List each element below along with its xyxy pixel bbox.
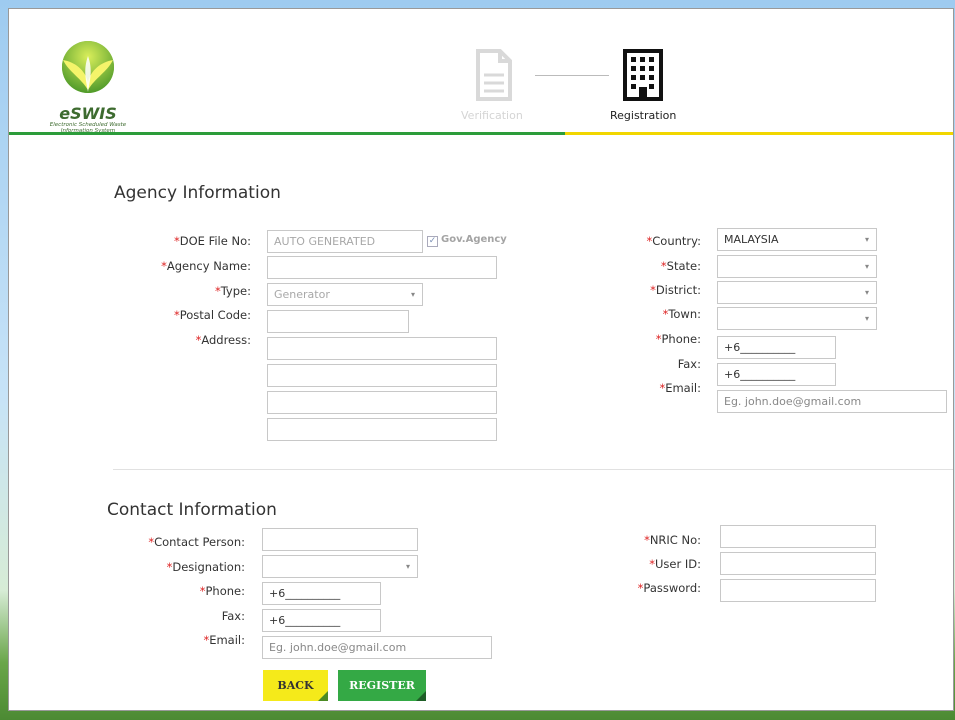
document-icon: [475, 49, 512, 101]
step-connector: [535, 75, 609, 76]
contact-person-label: *Contact Person:: [148, 535, 245, 549]
contact-email-input[interactable]: Eg. john.doe@gmail.com: [262, 636, 492, 659]
town-label: *Town:: [662, 307, 701, 321]
contact-phone-label: *Phone:: [199, 584, 245, 598]
chevron-down-icon: [858, 282, 876, 303]
address-line-4-input[interactable]: [267, 418, 497, 441]
eswis-logo: eSWIS Electronic Scheduled Waste Informa…: [33, 34, 143, 134]
town-select[interactable]: [717, 307, 877, 330]
agency-fax-input[interactable]: +6__________: [717, 363, 836, 386]
chevron-down-icon: [399, 556, 417, 577]
leaf-logo-icon: [62, 41, 114, 93]
doe-file-no-label: *DOE File No:: [174, 234, 251, 248]
chevron-down-icon: [858, 256, 876, 277]
type-label: *Type:: [214, 284, 251, 298]
registration-window: eSWIS Electronic Scheduled Waste Informa…: [8, 8, 954, 711]
postal-code-input[interactable]: [267, 310, 409, 333]
chevron-down-icon: [404, 284, 422, 305]
password-label: *Password:: [637, 581, 701, 595]
address-line-3-input[interactable]: [267, 391, 497, 414]
back-button[interactable]: BACK: [263, 670, 328, 701]
header: eSWIS Electronic Scheduled Waste Informa…: [9, 9, 953, 136]
district-select[interactable]: [717, 281, 877, 304]
step-label-verification: Verification: [461, 109, 523, 122]
chevron-down-icon: [858, 308, 876, 329]
address-line-1-input[interactable]: [267, 337, 497, 360]
contact-phone-input[interactable]: +6__________: [262, 582, 381, 605]
contact-fax-input[interactable]: +6__________: [262, 609, 381, 632]
agency-phone-input[interactable]: +6__________: [717, 336, 836, 359]
logo-title: eSWIS: [59, 104, 117, 123]
agency-email-input[interactable]: Eg. john.doe@gmail.com: [717, 390, 947, 413]
designation-select[interactable]: [262, 555, 418, 578]
step-label-registration: Registration: [610, 109, 677, 122]
progress-bar-done: [9, 132, 565, 135]
step-registration: Registration: [610, 47, 676, 122]
address-label: *Address:: [195, 333, 251, 347]
address-line-2-input[interactable]: [267, 364, 497, 387]
district-label: *District:: [650, 283, 701, 297]
user-id-input[interactable]: [720, 552, 876, 575]
designation-label: *Designation:: [166, 560, 245, 574]
gov-agency-checkbox[interactable]: ✓ Gov.Agency: [427, 234, 507, 247]
agency-name-input[interactable]: [267, 256, 497, 279]
agency-email-label: *Email:: [659, 381, 701, 395]
chevron-down-icon: [858, 229, 876, 250]
nric-no-label: *NRIC No:: [644, 533, 701, 547]
contact-email-label: *Email:: [203, 633, 245, 647]
country-label: *Country:: [646, 234, 701, 248]
agency-fax-label: Fax:: [677, 357, 701, 371]
register-button[interactable]: REGISTER: [338, 670, 426, 701]
postal-code-label: *Postal Code:: [173, 308, 251, 322]
contact-person-input[interactable]: [262, 528, 418, 551]
contact-section-title: Contact Information: [107, 500, 277, 520]
agency-name-label: *Agency Name:: [161, 259, 251, 273]
building-icon: [623, 49, 664, 101]
type-select-value: Generator: [274, 288, 330, 301]
type-select[interactable]: Generator: [267, 283, 423, 306]
agency-section-title: Agency Information: [114, 183, 281, 203]
user-id-label: *User ID:: [649, 557, 701, 571]
section-divider: [113, 469, 953, 470]
password-input[interactable]: [720, 579, 876, 602]
checkmark-icon: ✓: [427, 236, 438, 247]
country-select[interactable]: MALAYSIA: [717, 228, 877, 251]
step-verification: Verification: [461, 47, 523, 122]
country-select-value: MALAYSIA: [724, 233, 779, 246]
agency-phone-label: *Phone:: [655, 332, 701, 346]
doe-file-no-field: AUTO GENERATED: [267, 230, 423, 253]
contact-fax-label: Fax:: [221, 609, 245, 623]
state-select[interactable]: [717, 255, 877, 278]
progress-bar-active: [565, 132, 953, 135]
nric-no-input[interactable]: [720, 525, 876, 548]
state-label: *State:: [660, 259, 701, 273]
